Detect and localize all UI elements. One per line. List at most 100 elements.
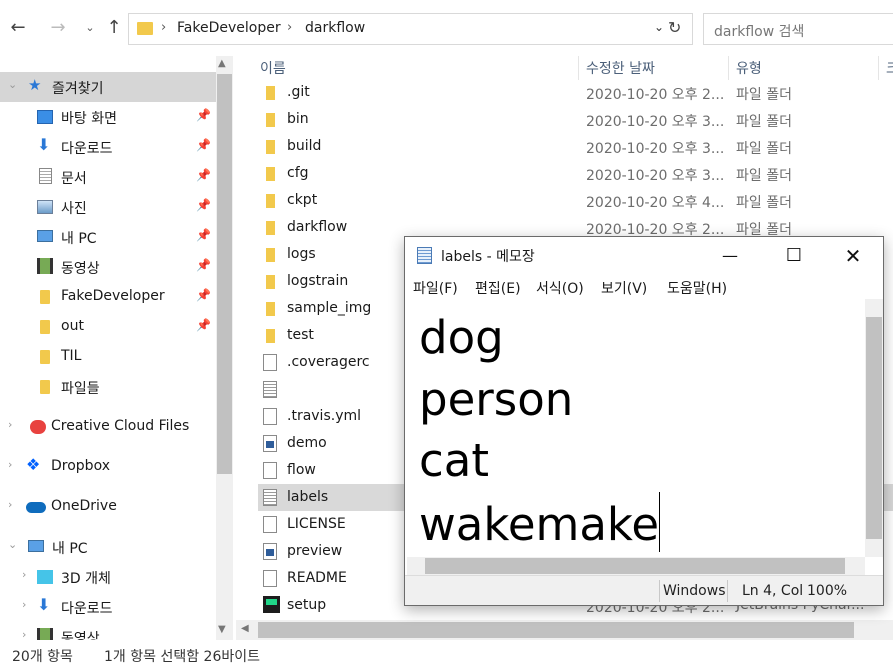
forward-arrow-icon[interactable]: → xyxy=(44,14,72,42)
nav-item-desktop[interactable]: 바탕 화면 📌 xyxy=(0,102,216,132)
address-dropdown-icon[interactable]: ⌄ xyxy=(654,20,664,34)
breadcrumb-segment[interactable]: FakeDeveloper xyxy=(177,20,281,36)
menu-file[interactable]: 파일(F) xyxy=(413,278,458,298)
onedrive-icon xyxy=(26,502,46,513)
menu-help[interactable]: 도움말(H) xyxy=(667,278,727,298)
scroll-down-icon[interactable]: ▼ xyxy=(218,624,226,635)
expand-chevron-icon[interactable]: › xyxy=(8,458,12,471)
breadcrumb-segment[interactable]: darkflow xyxy=(305,20,365,36)
nav-item-out[interactable]: out 📌 xyxy=(0,312,216,342)
back-arrow-icon[interactable]: ← xyxy=(4,14,32,42)
nav-item-downloads-pc[interactable]: › ⬇ 다운로드 xyxy=(0,592,216,622)
document-icon xyxy=(39,168,52,184)
expand-chevron-icon[interactable]: › xyxy=(8,498,12,511)
pc-icon xyxy=(28,540,44,552)
pin-icon: 📌 xyxy=(196,168,211,182)
menu-view[interactable]: 보기(V) xyxy=(601,278,647,298)
nav-item-label: 다운로드 xyxy=(61,141,113,157)
column-divider[interactable] xyxy=(728,56,729,80)
text-line-last: wakemake xyxy=(419,491,865,556)
notepad-text-area[interactable]: dog person cat wakemake xyxy=(407,301,865,555)
scroll-up-icon[interactable]: ▲ xyxy=(218,58,226,69)
collapse-chevron-icon[interactable]: ⌄ xyxy=(8,538,17,551)
pin-icon: 📌 xyxy=(196,108,211,122)
nav-item-label: 다운로드 xyxy=(61,601,113,617)
selection-info: 1개 항목 선택함 26바이트 xyxy=(104,649,260,665)
up-arrow-icon[interactable]: ↑ xyxy=(100,14,128,42)
nav-item-files[interactable]: 파일들 xyxy=(0,372,216,402)
expand-chevron-icon[interactable]: › xyxy=(8,418,12,431)
expand-chevron-icon[interactable]: › xyxy=(22,628,26,640)
nav-item-videos-pc[interactable]: › 동영상 xyxy=(0,622,216,640)
file-row[interactable]: ckpt 2020-10-20 오후 4... 파일 폴더 xyxy=(258,187,893,214)
file-date: 2020-10-20 오후 3... xyxy=(586,141,725,157)
refresh-icon[interactable]: ↻ xyxy=(668,18,688,40)
nav-item-this-pc[interactable]: 내 PC 📌 xyxy=(0,222,216,252)
collapse-chevron-icon[interactable]: ⌄ xyxy=(8,78,17,91)
nav-item-til[interactable]: TIL xyxy=(0,342,216,372)
nav-item-3d-objects[interactable]: › 3D 개체 xyxy=(0,562,216,592)
expand-chevron-icon[interactable]: › xyxy=(22,598,26,611)
nav-item-this-pc-root[interactable]: ⌄ 내 PC xyxy=(0,532,216,562)
expand-chevron-icon[interactable]: › xyxy=(22,568,26,581)
notepad-window: labels - 메모장 — ☐ ✕ 파일(F) 편집(E) 서식(O) 보기(… xyxy=(404,236,884,606)
nav-item-label: 3D 개체 xyxy=(61,571,111,587)
nav-item-label: 내 PC xyxy=(61,231,97,247)
file-name: .travis.yml xyxy=(287,408,362,424)
nav-item-creative-cloud[interactable]: › Creative Cloud Files xyxy=(0,412,216,442)
column-divider[interactable] xyxy=(878,56,879,80)
folder-icon xyxy=(137,22,153,35)
nav-item-fakedeveloper[interactable]: FakeDeveloper 📌 xyxy=(0,282,216,312)
notepad-icon xyxy=(417,247,432,264)
nav-item-dropbox[interactable]: › ❖ Dropbox xyxy=(0,452,216,482)
file-name: logs xyxy=(287,246,316,262)
horizontal-scrollbar-thumb[interactable] xyxy=(425,558,845,574)
nav-item-videos[interactable]: 동영상 📌 xyxy=(0,252,216,282)
python-file-icon xyxy=(263,435,277,452)
maximize-icon[interactable]: ☐ xyxy=(771,241,817,271)
nav-item-label: 내 PC xyxy=(52,541,88,557)
notepad-title-bar[interactable]: labels - 메모장 — ☐ ✕ xyxy=(405,237,883,275)
status-encoding: Windows xyxy=(663,583,726,599)
file-date: 2020-10-20 오후 3... xyxy=(586,168,725,184)
file-row[interactable]: .git 2020-10-20 오후 2... 파일 폴더 xyxy=(258,79,893,106)
navigation-pane: ⌄ ★ 즐겨찾기 바탕 화면 📌 ⬇ 다운로드 📌 문서 📌 사진 📌 내 PC… xyxy=(0,56,236,640)
address-bar[interactable]: › FakeDeveloper › darkflow ⌄ ↻ xyxy=(128,13,693,45)
vertical-scrollbar-thumb[interactable] xyxy=(866,317,882,539)
menu-edit[interactable]: 편집(E) xyxy=(475,278,521,298)
pc-icon xyxy=(37,230,53,242)
file-name: labels xyxy=(287,489,329,505)
download-icon: ⬇ xyxy=(37,135,51,154)
close-icon[interactable]: ✕ xyxy=(830,241,876,271)
column-divider[interactable] xyxy=(578,56,579,80)
folder-icon xyxy=(266,113,275,127)
file-name: ckpt xyxy=(287,192,318,208)
chevron-right-icon[interactable]: › xyxy=(287,20,292,35)
search-input[interactable]: darkflow 검색 xyxy=(703,13,893,45)
python-file-icon xyxy=(263,543,277,560)
nav-item-label: 즐겨찾기 xyxy=(52,81,104,97)
scroll-left-icon[interactable]: ◀ xyxy=(241,623,249,634)
nav-item-favorites[interactable]: ⌄ ★ 즐겨찾기 xyxy=(0,72,216,102)
pictures-icon xyxy=(37,200,53,214)
file-row[interactable]: build 2020-10-20 오후 3... 파일 폴더 xyxy=(258,133,893,160)
creative-cloud-icon xyxy=(30,420,46,434)
file-row[interactable]: bin 2020-10-20 오후 3... 파일 폴더 xyxy=(258,106,893,133)
file-name: bin xyxy=(287,111,309,127)
nav-item-documents[interactable]: 문서 📌 xyxy=(0,162,216,192)
file-row[interactable]: cfg 2020-10-20 오후 3... 파일 폴더 xyxy=(258,160,893,187)
pin-icon: 📌 xyxy=(196,138,211,152)
minimize-icon[interactable]: — xyxy=(707,241,753,271)
nav-item-downloads[interactable]: ⬇ 다운로드 📌 xyxy=(0,132,216,162)
chevron-right-icon[interactable]: › xyxy=(161,20,166,35)
status-divider xyxy=(659,580,660,602)
nav-item-label: Creative Cloud Files xyxy=(51,418,190,434)
horizontal-scrollbar-thumb[interactable] xyxy=(258,622,854,638)
file-type: 파일 폴더 xyxy=(736,141,792,157)
menu-format[interactable]: 서식(O) xyxy=(536,278,584,298)
nav-scrollbar-thumb[interactable] xyxy=(217,74,232,474)
file-name: build xyxy=(287,138,322,154)
nav-item-pictures[interactable]: 사진 📌 xyxy=(0,192,216,222)
nav-item-label: Dropbox xyxy=(51,458,110,474)
nav-item-onedrive[interactable]: › OneDrive xyxy=(0,492,216,522)
